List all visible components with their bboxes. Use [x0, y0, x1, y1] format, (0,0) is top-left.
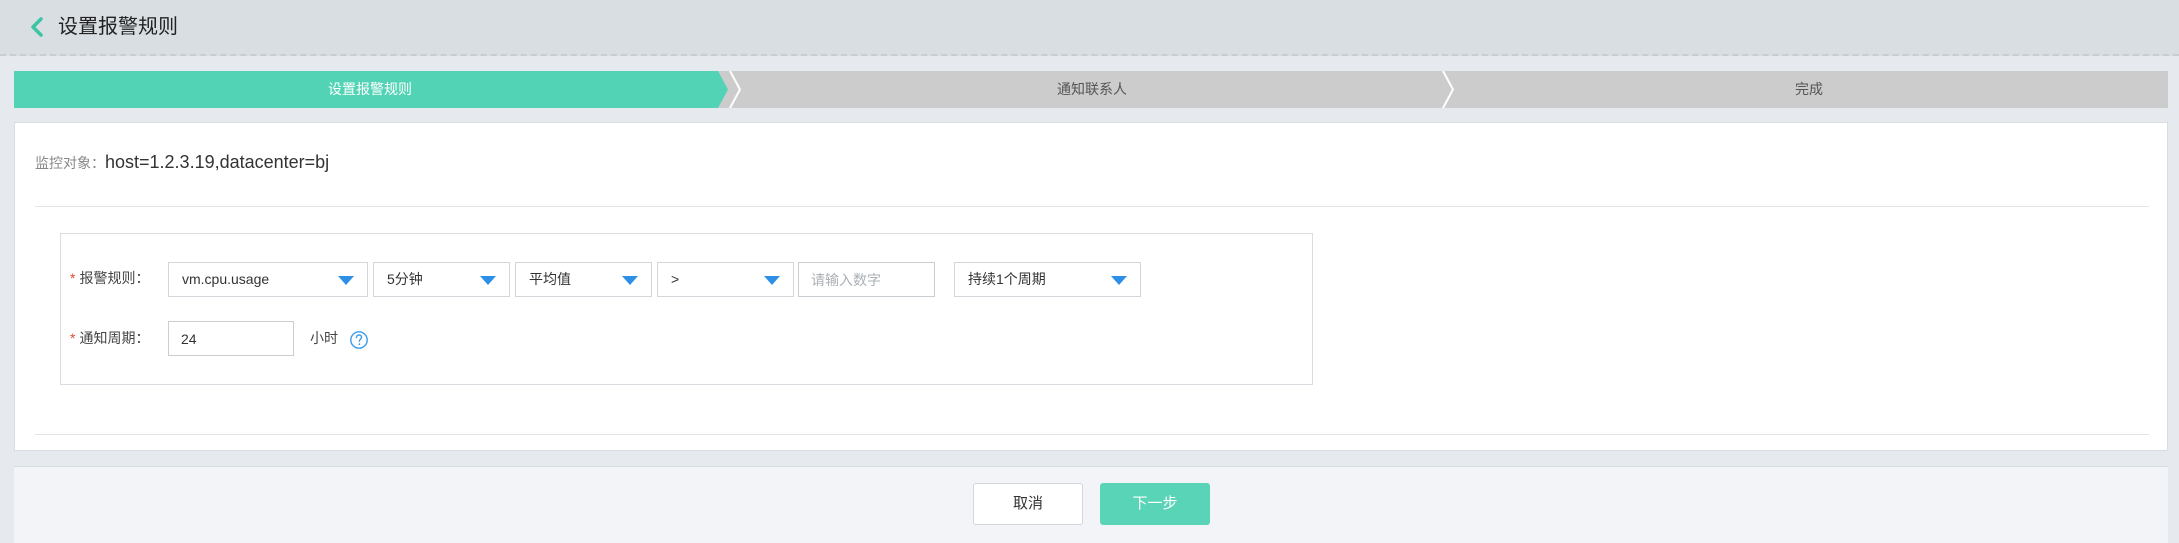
notify-period-input[interactable]: [168, 321, 294, 356]
footer-bar: 取消 下一步: [14, 466, 2168, 543]
top-bar: 设置报警规则: [0, 0, 2179, 56]
monitor-target: 监控对象：host=1.2.3.19,datacenter=bj: [35, 149, 329, 177]
duration-select[interactable]: 持续1个周期: [954, 262, 1141, 297]
caret-down-icon: [480, 276, 496, 285]
divider-top: [35, 206, 2149, 207]
cancel-button[interactable]: 取消: [973, 483, 1083, 525]
required-mark: *: [70, 330, 76, 346]
question-circle-icon[interactable]: [349, 330, 369, 350]
step-set-rule[interactable]: 设置报警规则: [14, 71, 726, 108]
notify-period-label: * 通知周期：: [70, 330, 150, 346]
caret-down-icon: [764, 276, 780, 285]
next-step-button[interactable]: 下一步: [1100, 483, 1210, 525]
period-select[interactable]: 5分钟: [373, 262, 510, 297]
page-title: 设置报警规则: [58, 16, 178, 38]
aggregation-select[interactable]: 平均值: [515, 262, 652, 297]
step-notify-contacts[interactable]: 通知联系人: [738, 71, 1446, 108]
caret-down-icon: [622, 276, 638, 285]
alarm-rule-label: * 报警规则：: [70, 270, 150, 286]
notify-period-unit: 小时: [310, 330, 338, 346]
main-panel: 监控对象：host=1.2.3.19,datacenter=bj * 报警规则： …: [14, 122, 2168, 451]
monitor-target-label: 监控对象：: [35, 155, 105, 171]
monitor-target-value: host=1.2.3.19,datacenter=bj: [105, 152, 330, 172]
required-mark: *: [70, 270, 76, 286]
chevron-left-icon[interactable]: [26, 14, 48, 40]
operator-select[interactable]: >: [657, 262, 794, 297]
step-complete[interactable]: 完成: [1450, 71, 2168, 108]
caret-down-icon: [338, 276, 354, 285]
caret-down-icon: [1111, 276, 1127, 285]
divider-bottom: [35, 434, 2149, 435]
threshold-input[interactable]: [798, 262, 935, 297]
rule-box: *报警规则： vm.cpu.usage 5分钟 平均值 > 持续1个周期 *通知…: [60, 233, 1313, 385]
step-progress: 设置报警规则 通知联系人 完成: [14, 71, 2168, 108]
metric-select[interactable]: vm.cpu.usage: [168, 262, 368, 297]
